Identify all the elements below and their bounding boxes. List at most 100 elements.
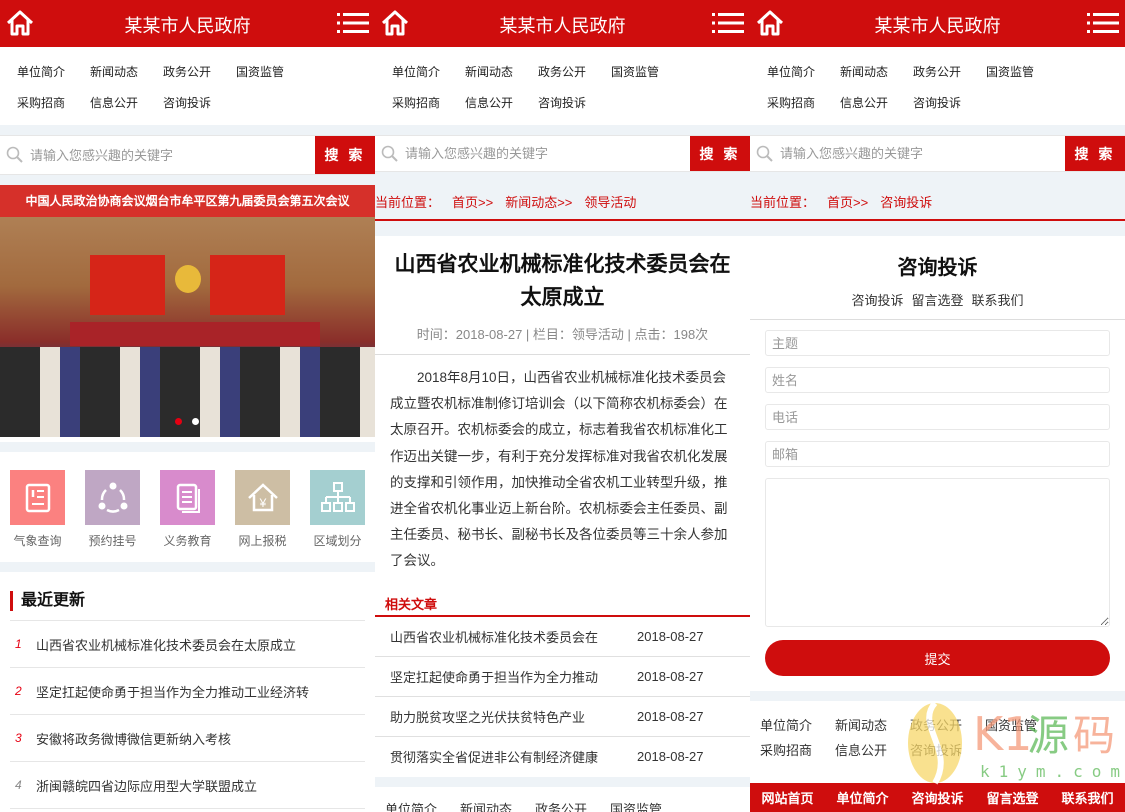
search-input[interactable] (780, 136, 1065, 171)
submit-button[interactable]: 提交 (765, 640, 1110, 676)
nav-link[interactable]: 联系我们 (972, 293, 1024, 308)
carousel-dot[interactable] (175, 418, 182, 425)
search-button[interactable]: 搜 索 (690, 136, 750, 171)
nav-link[interactable]: 采购招商 (392, 90, 465, 121)
nav-link[interactable]: 咨询投诉 (913, 90, 986, 121)
nav-link[interactable]: 信息公开 (465, 90, 538, 121)
breadcrumb-label: 当前位置： (375, 195, 441, 210)
item-number: 4 (15, 778, 22, 792)
consult-tabs: 咨询投诉 留言选登 联系我们 (750, 290, 1125, 320)
nav-link[interactable]: 新闻动态 (465, 59, 538, 90)
search-icon (0, 136, 30, 174)
section-title: 相关文章 (375, 597, 750, 617)
nav-link[interactable]: 留言选登 (911, 293, 963, 308)
form-field[interactable] (765, 367, 1110, 393)
form-field[interactable] (765, 404, 1110, 430)
section-title: 最近更新 (10, 591, 365, 611)
nav-link[interactable]: 咨询投诉 (538, 90, 611, 121)
nav-link[interactable]: 新闻动态 (840, 59, 913, 90)
nav-link[interactable]: 政务公开 (910, 715, 985, 740)
weather-doc-icon (10, 470, 65, 525)
nav-link[interactable]: 网站首页 (761, 788, 813, 807)
nav-link[interactable]: 咨询投诉 (880, 195, 932, 210)
search-bar: 搜 索 (750, 135, 1125, 172)
nav-link[interactable]: 信息公开 (840, 90, 913, 121)
nav-link[interactable]: 单位简介 (392, 59, 465, 90)
nav-link[interactable]: 领导活动 (584, 195, 636, 210)
breadcrumb: 当前位置： 首页>> 咨询投诉 (750, 185, 1125, 221)
related-row[interactable]: 助力脱贫攻坚之光伏扶贫特色产业 2018-08-27 (375, 697, 750, 737)
nav-link[interactable]: 新闻动态>> (505, 195, 572, 210)
message-textarea[interactable] (765, 478, 1110, 627)
nav-link[interactable]: 单位简介 (385, 799, 460, 812)
nav-link[interactable]: 政务公开 (535, 799, 610, 812)
related-row[interactable]: 贯彻落实全省促进非公有制经济健康 2018-08-27 (375, 737, 750, 777)
nav-link[interactable]: 信息公开 (90, 90, 163, 121)
nav-link[interactable]: 新闻动态 (460, 799, 535, 812)
banner-carousel[interactable]: 中国人民政治协商会议烟台市牟平区第九届委员会第五次会议 (0, 185, 375, 437)
nav-link[interactable]: 采购招商 (767, 90, 840, 121)
related-title: 贯彻落实全省促进非公有制经济健康 (390, 750, 599, 766)
list-item[interactable]: 1 山西省农业机械标准化技术委员会在太原成立 (10, 621, 365, 668)
nav-link[interactable]: 留言选登 (986, 788, 1038, 807)
list-item[interactable]: 3 安徽将政务微博微信更新纳入考核 (10, 715, 365, 762)
nav-link[interactable]: 联系我们 (1061, 788, 1113, 807)
nav-link[interactable]: 咨询投诉 (163, 90, 236, 121)
nav-link[interactable]: 政务公开 (538, 59, 611, 90)
nav-link[interactable]: 咨询投诉 (851, 293, 903, 308)
nav-link[interactable]: 采购招商 (17, 90, 90, 121)
menu-icon[interactable] (337, 12, 369, 34)
nav-link[interactable]: 单位简介 (760, 715, 835, 740)
nav-link[interactable]: 新闻动态 (835, 715, 910, 740)
related-row[interactable]: 坚定扛起使命勇于担当作为全力推动 2018-08-27 (375, 657, 750, 697)
nav-link[interactable]: 国资监管 (236, 59, 309, 90)
service-education[interactable]: 义务教育 (160, 470, 215, 562)
carousel-dot[interactable] (192, 418, 199, 425)
search-button[interactable]: 搜 索 (1065, 136, 1125, 171)
site-title: 某某市人民政府 (499, 16, 626, 37)
nav-link[interactable]: 政务公开 (163, 59, 236, 90)
region-icon (310, 470, 365, 525)
service-weather-doc[interactable]: 气象查询 (10, 470, 65, 562)
nav-link[interactable]: 首页>> (827, 195, 868, 210)
nav-link[interactable]: 咨询投诉 (910, 740, 985, 765)
nav-link[interactable]: 信息公开 (835, 740, 910, 765)
search-button[interactable]: 搜 索 (315, 136, 375, 174)
search-input[interactable] (30, 136, 315, 174)
nav-link[interactable]: 政务公开 (913, 59, 986, 90)
menu-icon[interactable] (1087, 12, 1119, 34)
search-input[interactable] (405, 136, 690, 171)
footer-nav: 单位简介新闻动态政务公开国资监管采购招商信息公开咨询投诉 (375, 787, 750, 812)
search-bar: 搜 索 (375, 135, 750, 172)
related-row[interactable]: 山西省农业机械标准化技术委员会在 2018-08-27 (375, 617, 750, 657)
menu-icon[interactable] (712, 12, 744, 34)
nav-link[interactable]: 咨询投诉 (911, 788, 963, 807)
site-title: 某某市人民政府 (124, 16, 251, 37)
bottom-bar: 网站首页 单位简介 咨询投诉 留言选登 联系我们 (750, 783, 1125, 812)
form-field[interactable] (765, 330, 1110, 356)
header: 某某市人民政府 (0, 0, 375, 47)
nav-link[interactable]: 国资监管 (985, 715, 1060, 740)
list-item[interactable]: 4 浙闽赣皖四省边际应用型大学联盟成立 (10, 762, 365, 809)
nav-link[interactable]: 单位简介 (767, 59, 840, 90)
nav-link[interactable]: 采购招商 (760, 740, 835, 765)
article-title: 山西省农业机械标准化技术委员会在太原成立 (394, 253, 731, 309)
education-icon (160, 470, 215, 525)
nav-link[interactable]: 国资监管 (611, 59, 684, 90)
nav-link[interactable]: 国资监管 (610, 799, 685, 812)
form-field[interactable] (765, 441, 1110, 467)
item-number: 1 (15, 637, 22, 651)
nav-link[interactable]: 国资监管 (986, 59, 1059, 90)
service-appointment[interactable]: 预约挂号 (85, 470, 140, 562)
nav-link[interactable]: 单位简介 (836, 788, 888, 807)
service-tax[interactable]: ¥ 网上报税 (235, 470, 290, 562)
list-item[interactable]: 2 坚定扛起使命勇于担当作为全力推动工业经济转 (10, 668, 365, 715)
nav-link[interactable]: 新闻动态 (90, 59, 163, 90)
search-icon (750, 136, 780, 171)
nav-link[interactable]: 单位简介 (17, 59, 90, 90)
search-bar: 搜 索 (0, 135, 375, 175)
item-title: 山西省农业机械标准化技术委员会在太原成立 (36, 637, 297, 653)
service-label: 网上报税 (238, 534, 287, 548)
nav-link[interactable]: 首页>> (452, 195, 493, 210)
service-region[interactable]: 区域划分 (310, 470, 365, 562)
